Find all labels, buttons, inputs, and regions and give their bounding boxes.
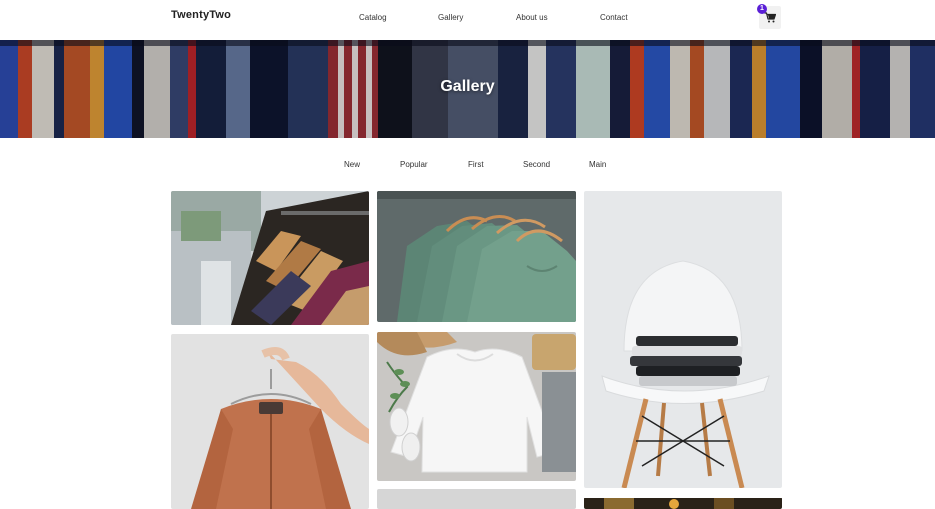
filter-first[interactable]: First xyxy=(468,160,484,169)
clothing-rack-store-photo xyxy=(171,191,369,325)
nav-gallery-link[interactable]: Gallery xyxy=(438,13,463,22)
cart-button[interactable]: 1 xyxy=(757,4,781,29)
gallery-image-white-sweatshirt[interactable] xyxy=(377,332,576,481)
gallery-image-partial-grey[interactable] xyxy=(377,489,576,509)
nav-contact-link[interactable]: Contact xyxy=(600,13,628,22)
shopping-cart-icon xyxy=(764,12,776,23)
brand-logo[interactable]: TwentyTwo xyxy=(171,9,231,21)
filter-new[interactable]: New xyxy=(344,160,360,169)
gallery-image-clothing-rack[interactable] xyxy=(171,191,369,325)
gallery-photo-partial-dark xyxy=(584,498,782,509)
filter-main[interactable]: Main xyxy=(589,160,606,169)
white-chair-folded-clothes-photo xyxy=(584,191,782,488)
gallery-image-orange-jacket[interactable] xyxy=(171,334,369,509)
green-tshirts-on-hangers-photo xyxy=(377,191,576,322)
page-title: Gallery xyxy=(440,78,495,95)
gallery-image-chair-folded-clothes[interactable] xyxy=(584,191,782,488)
nav-about-link[interactable]: About us xyxy=(516,13,548,22)
gallery-photo-partial xyxy=(377,489,576,509)
nav-catalog-link[interactable]: Catalog xyxy=(359,13,387,22)
filter-second[interactable]: Second xyxy=(523,160,550,169)
orange-jacket-on-hanger-photo xyxy=(171,334,369,509)
gallery-image-green-tshirts[interactable] xyxy=(377,191,576,322)
white-sweatshirt-flatlay-photo xyxy=(377,332,576,481)
gallery-image-partial-dark[interactable] xyxy=(584,497,782,509)
hero-banner: Gallery xyxy=(0,40,935,138)
top-header: TwentyTwo Catalog Gallery About us Conta… xyxy=(0,0,935,40)
filter-popular[interactable]: Popular xyxy=(400,160,428,169)
cart-count-badge: 1 xyxy=(757,4,767,14)
